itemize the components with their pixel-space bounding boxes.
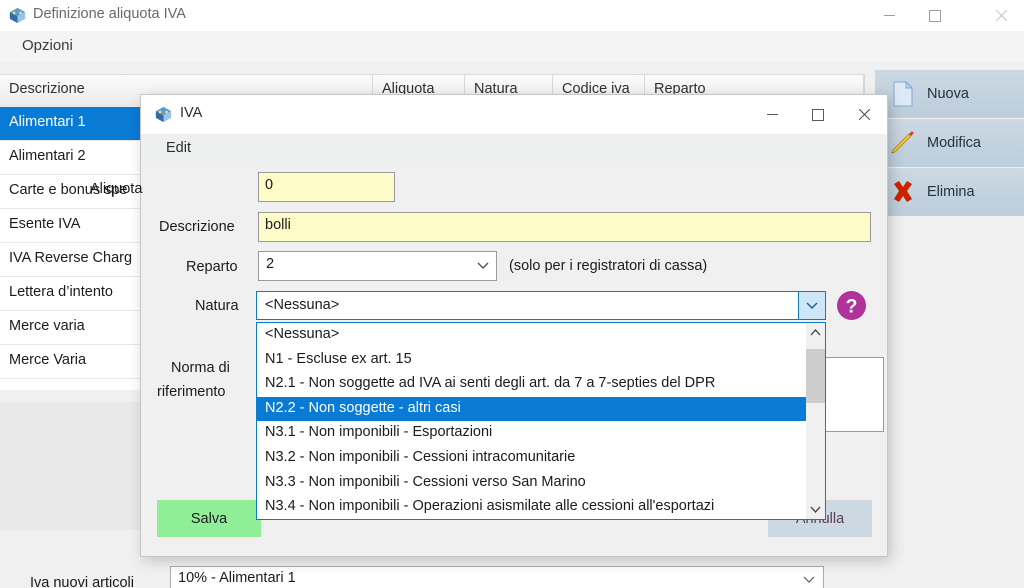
salva-button[interactable]: Salva <box>157 500 261 537</box>
dropdown-option[interactable]: N2.1 - Non soggette ad IVA ai senti degl… <box>257 372 808 397</box>
norma-label-line1: Norma di <box>171 360 230 376</box>
reparto-dropdown-button[interactable] <box>470 252 496 280</box>
main-maximize-button[interactable] <box>912 0 958 31</box>
svg-text:?: ? <box>846 295 858 317</box>
iva-nuovi-articoli-label: Iva nuovi articoli <box>30 575 134 588</box>
dropdown-option-label: N3.3 - Non imponibili - Cessioni verso S… <box>265 473 586 490</box>
app-cube-icon <box>9 7 26 24</box>
dropdown-option[interactable]: N3.2 - Non imponibili - Cessioni intraco… <box>257 446 808 471</box>
dropdown-option-label: <Nessuna> <box>265 326 340 342</box>
help-question-icon[interactable]: ? <box>836 290 867 321</box>
minimize-icon <box>883 15 895 16</box>
close-icon <box>995 9 1008 22</box>
aliquota-value: 0 <box>265 177 274 193</box>
maximize-icon <box>812 108 824 121</box>
natura-value: <Nessuna> <box>265 297 340 313</box>
descrizione-label: Descrizione <box>159 219 235 235</box>
natura-label: Natura <box>195 298 239 314</box>
red-x-delete-icon <box>894 181 912 202</box>
menu-item-edit[interactable]: Edit <box>161 139 196 157</box>
norma-riferimento-input[interactable] <box>824 357 884 432</box>
modifica-button[interactable]: Modifica <box>875 119 1024 167</box>
pencil-edit-icon <box>891 131 914 154</box>
dropdown-option[interactable]: N3.4 - Non imponibili - Operazioni asism… <box>257 495 808 519</box>
elimina-button-label: Elimina <box>927 184 975 200</box>
minimize-icon <box>766 114 778 115</box>
side-action-buttons: Nuova Modifica Elimina <box>875 70 1024 217</box>
dropdown-option-label: N3.4 - Non imponibili - Operazioni asism… <box>265 498 715 515</box>
norma-label-line2: riferimento <box>157 384 226 400</box>
dropdown-option[interactable]: N2.2 - Non soggette - altri casi <box>257 396 808 422</box>
scrollbar-thumb[interactable] <box>806 349 825 403</box>
reparto-combo[interactable]: 2 <box>258 251 497 281</box>
dialog-menubar: Edit <box>141 134 887 165</box>
dialog-close-button[interactable] <box>841 95 887 134</box>
dropdown-option-label: N1 - Escluse ex art. 15 <box>265 350 412 367</box>
main-minimize-button[interactable] <box>866 0 912 31</box>
dropdown-option-label: N2.2 - Non soggette - altri casi <box>265 399 461 416</box>
descrizione-value: bolli <box>265 217 291 233</box>
aliquota-input[interactable]: 0 <box>258 172 395 202</box>
natura-dropdown-scrollbar[interactable] <box>806 323 825 519</box>
main-close-button[interactable] <box>978 0 1024 31</box>
elimina-button[interactable]: Elimina <box>875 168 1024 216</box>
aliquota-label: Aliquota <box>90 181 143 197</box>
reparto-value: 2 <box>266 256 275 272</box>
dropdown-option[interactable]: N3.1 - Non imponibili - Esportazioni <box>257 421 808 446</box>
chevron-down-icon <box>477 262 489 269</box>
dialog-minimize-button[interactable] <box>749 95 795 134</box>
new-document-icon <box>893 81 914 107</box>
modifica-button-label: Modifica <box>927 135 981 151</box>
chevron-down-icon <box>806 302 818 309</box>
natura-combo[interactable]: <Nessuna> <box>256 291 826 320</box>
natura-dropdown-button[interactable] <box>798 292 825 319</box>
nuova-button-label: Nuova <box>927 86 969 102</box>
dropdown-option[interactable]: <Nessuna> <box>257 323 808 348</box>
maximize-icon <box>929 9 941 22</box>
scroll-down-arrow-icon[interactable] <box>806 500 825 519</box>
main-menubar: Opzioni <box>0 31 1024 63</box>
main-window-titlebar: Definizione aliquota IVA <box>0 0 1024 31</box>
natura-dropdown-items: <Nessuna> N1 - Escluse ex art. 15 N2.1 - N… <box>257 323 808 519</box>
iva-nuovi-articoli-value: 10% - Alimentari 1 <box>178 570 296 586</box>
dropdown-option-label: N3.1 - Non imponibili - Esportazioni <box>265 424 493 441</box>
reparto-label: Reparto <box>186 259 238 275</box>
descrizione-input[interactable]: bolli <box>258 212 871 242</box>
dialog-maximize-button[interactable] <box>795 95 841 134</box>
dropdown-option[interactable]: N3.3 - Non imponibili - Cessioni verso S… <box>257 471 808 496</box>
main-window-title: Definizione aliquota IVA <box>33 6 186 22</box>
chevron-down-icon <box>803 576 815 583</box>
dropdown-option[interactable]: N1 - Escluse ex art. 15 <box>257 348 808 373</box>
grid-column-header-label: Descrizione <box>9 81 85 97</box>
application-root: Definizione aliquota IVA Opzioni Descriz… <box>0 0 1024 588</box>
dialog-titlebar: IVA <box>141 95 887 134</box>
nuova-button[interactable]: Nuova <box>875 70 1024 118</box>
menu-item-opzioni[interactable]: Opzioni <box>16 36 79 55</box>
app-cube-icon <box>155 106 172 123</box>
close-icon <box>858 108 871 121</box>
natura-dropdown-list[interactable]: <Nessuna> N1 - Escluse ex art. 15 N2.1 - N… <box>256 322 826 520</box>
reparto-hint: (solo per i registratori di cassa) <box>509 258 708 274</box>
dropdown-option-label: N2.1 - Non soggette ad IVA ai senti degl… <box>265 375 716 392</box>
dialog-title: IVA <box>180 105 203 121</box>
scroll-up-arrow-icon[interactable] <box>806 323 825 342</box>
dropdown-option-label: N3.2 - Non imponibili - Cessioni intraco… <box>265 448 576 465</box>
iva-nuovi-articoli-combo[interactable]: 10% - Alimentari 1 <box>170 566 824 588</box>
